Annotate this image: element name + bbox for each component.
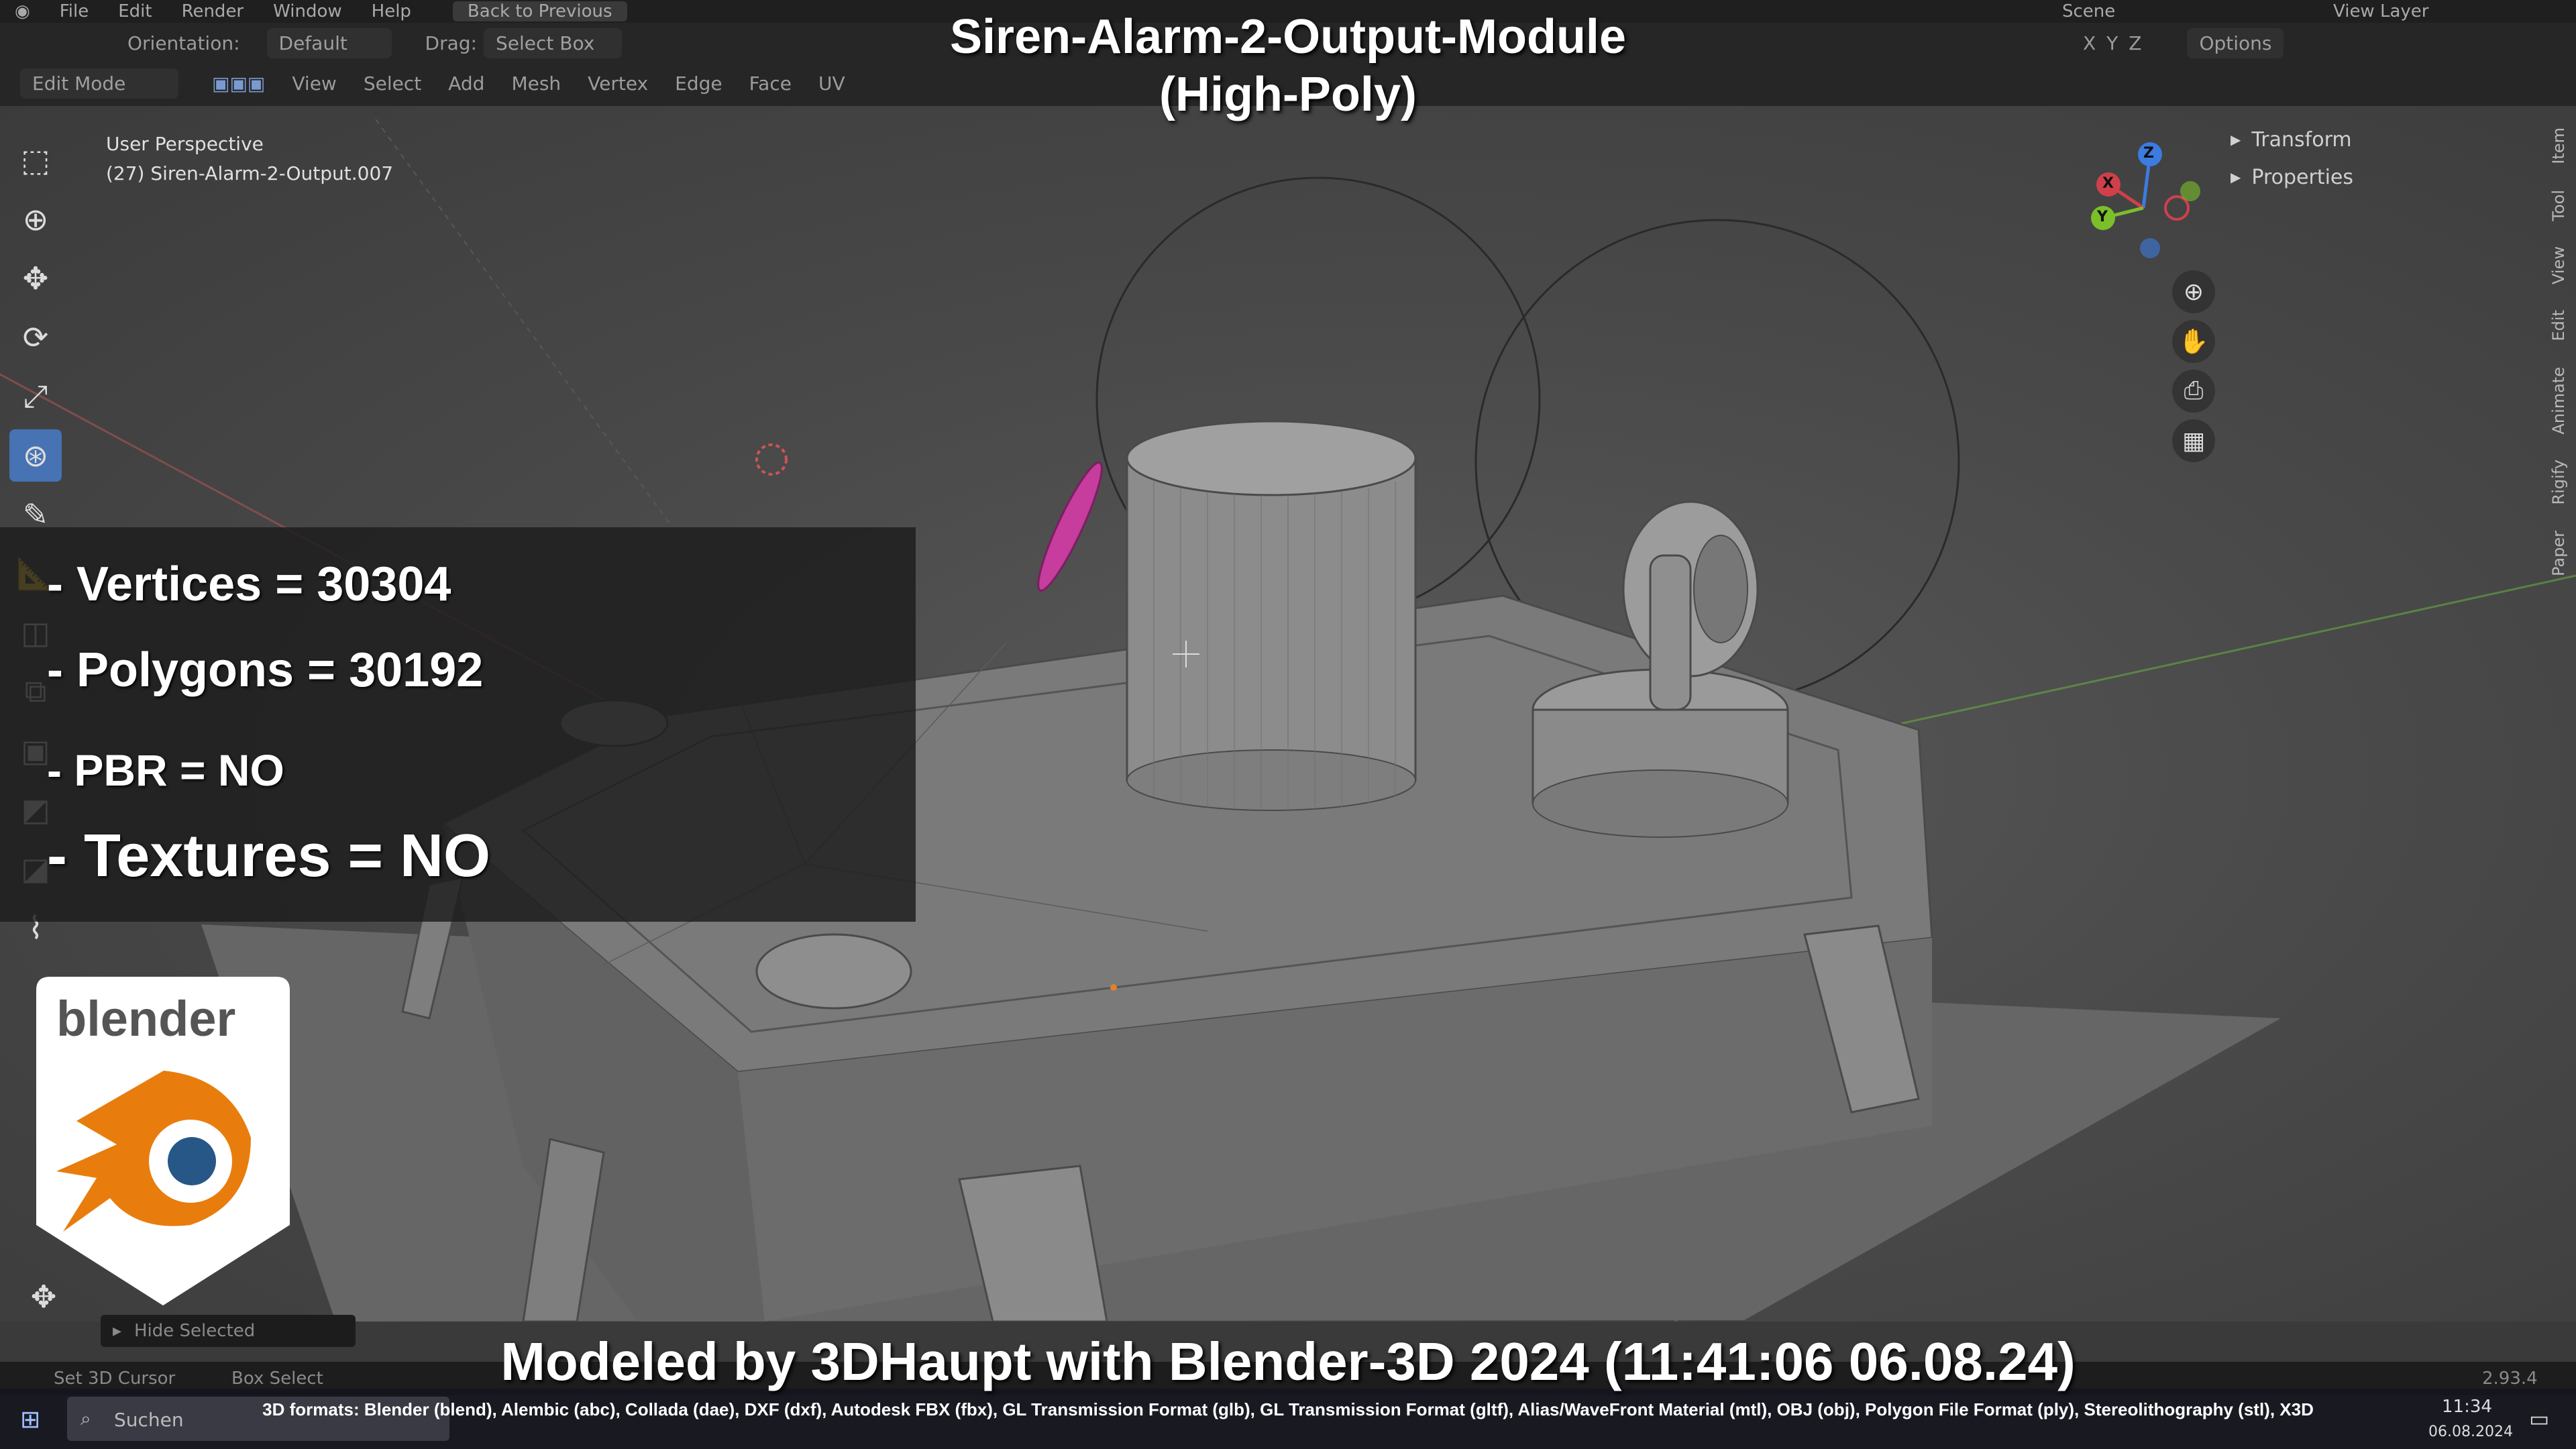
n-panel: ▶ Transform ▶ Properties: [2231, 121, 2546, 196]
transform-panel-header[interactable]: ▶ Transform: [2231, 121, 2546, 158]
stat-textures: - Textures = NO: [47, 822, 491, 890]
properties-panel-header[interactable]: ▶ Properties: [2231, 158, 2546, 196]
gizmo-y-label: Y: [2097, 209, 2108, 225]
stat-pbr: - PBR = NO: [47, 745, 284, 795]
blender-logo: blender: [36, 977, 290, 1305]
viewport-perspective-label: User Perspective: [106, 133, 264, 155]
tab-edit[interactable]: Edit: [2549, 310, 2568, 341]
credit-text: Modeled by 3DHaupt with Blender-3D 2024 …: [500, 1332, 2076, 1391]
stat-vertices: - Vertices = 30304: [47, 557, 451, 611]
rotate-icon[interactable]: ⟳: [9, 311, 62, 364]
sidebar-tabs: Item Tool View Edit Animate Rigify Paper: [2549, 127, 2576, 602]
tab-tool[interactable]: Tool: [2549, 190, 2568, 221]
expand-arrow-icon: ▶: [2231, 169, 2241, 185]
navigation-gizmo[interactable]: Z X Y: [2076, 134, 2217, 268]
move-icon[interactable]: ✥: [9, 252, 62, 305]
blender-logo-text: blender: [56, 991, 236, 1046]
viewport-nav-buttons: ⊕ ✋ ⎙ ▦: [2172, 270, 2215, 469]
taskbar-date: 06.08.2024: [2428, 1424, 2513, 1440]
scale-icon[interactable]: ⤢: [9, 370, 62, 423]
cursor-icon[interactable]: ⊕: [9, 193, 62, 246]
formats-text: 3D formats: Blender (blend), Alembic (ab…: [262, 1399, 2314, 1419]
tab-paper[interactable]: Paper: [2549, 531, 2568, 576]
tab-rigify[interactable]: Rigify: [2549, 460, 2568, 504]
stat-polygons: - Polygons = 30192: [47, 643, 484, 697]
zoom-icon[interactable]: ⊕: [2172, 270, 2215, 313]
grid-perspective-icon[interactable]: ▦: [2172, 419, 2215, 462]
tab-animate[interactable]: Animate: [2549, 367, 2568, 435]
transform-icon[interactable]: ⊛: [9, 429, 62, 482]
pan-hand-icon[interactable]: ✋: [2172, 320, 2215, 363]
overlay-subtitle: (High-Poly): [1159, 68, 1417, 121]
select-box-icon[interactable]: ⬚: [9, 134, 62, 186]
gizmo-x-label: X: [2102, 175, 2114, 192]
tab-view[interactable]: View: [2549, 246, 2568, 284]
tab-item[interactable]: Item: [2549, 127, 2568, 164]
viewport-object-label: (27) Siren-Alarm-2-Output.007: [106, 162, 394, 184]
camera-icon[interactable]: ⎙: [2172, 370, 2215, 413]
expand-arrow-icon: ▶: [2231, 131, 2241, 148]
overlay-title: Siren-Alarm-2-Output-Module: [950, 10, 1626, 64]
gizmo-z-label: Z: [2143, 145, 2154, 162]
